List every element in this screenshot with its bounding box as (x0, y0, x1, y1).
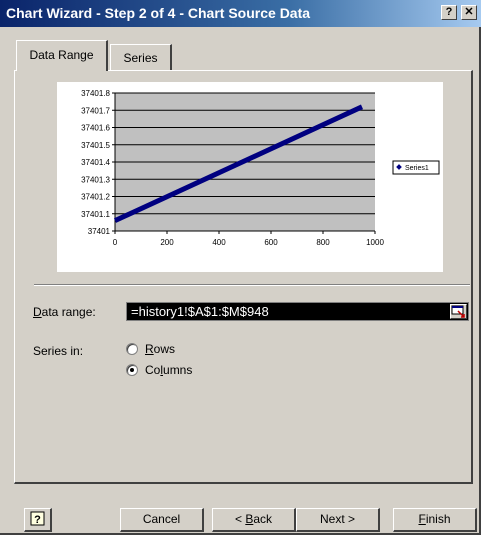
back-button[interactable]: < Back (212, 508, 296, 532)
tab-series[interactable]: Series (110, 44, 172, 71)
tab-panel-data-range (14, 70, 473, 484)
office-assistant-help-icon[interactable]: ? (24, 508, 52, 532)
title-bar[interactable]: Chart Wizard - Step 2 of 4 - Chart Sourc… (0, 0, 481, 27)
help-icon[interactable]: ? (441, 5, 457, 20)
close-icon[interactable]: ✕ (461, 5, 477, 20)
finish-button[interactable]: Finish (393, 508, 477, 532)
cancel-button[interactable]: Cancel (120, 508, 204, 532)
svg-text:?: ? (34, 514, 41, 526)
window-title: Chart Wizard - Step 2 of 4 - Chart Sourc… (6, 5, 311, 21)
chart-wizard-dialog: Chart Wizard - Step 2 of 4 - Chart Sourc… (0, 0, 481, 535)
tab-data-range[interactable]: Data Range (16, 40, 108, 71)
next-button[interactable]: Next > (296, 508, 380, 532)
